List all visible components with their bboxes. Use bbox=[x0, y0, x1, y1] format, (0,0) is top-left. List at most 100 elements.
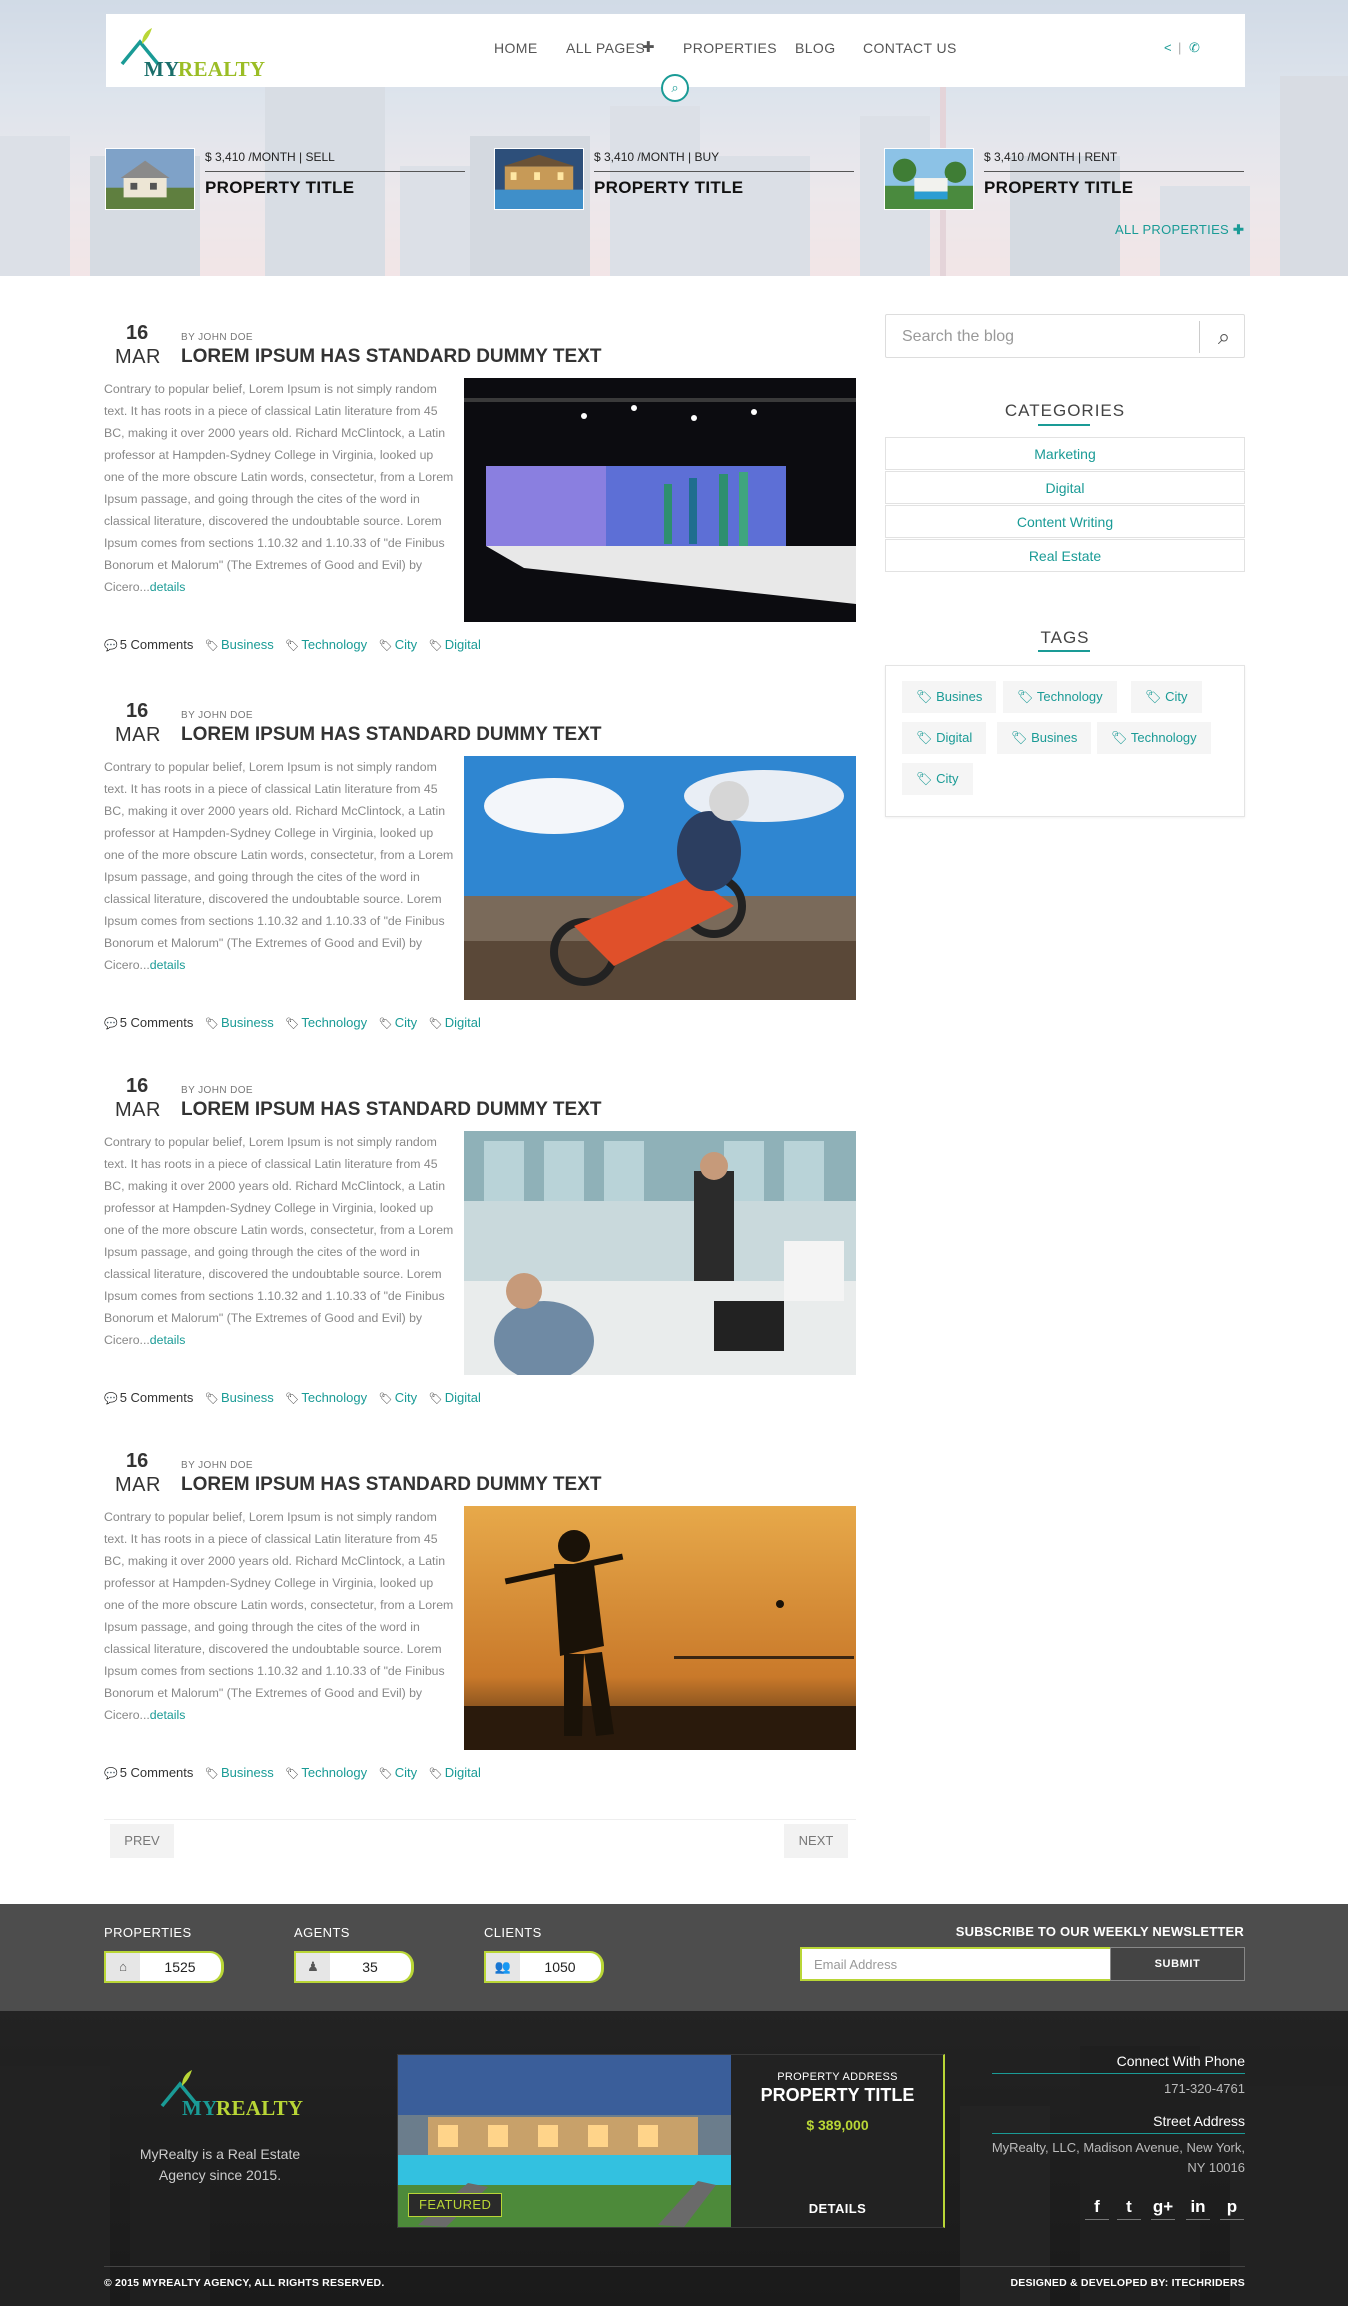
connect-phone-title: Connect With Phone bbox=[1116, 2053, 1245, 2069]
featured-property-buy[interactable]: $ 3,410 /MONTH | BUY PROPERTY TITLE bbox=[494, 148, 854, 210]
details-link[interactable]: details bbox=[150, 580, 186, 594]
post-title[interactable]: LOREM IPSUM HAS STANDARD DUMMY TEXT bbox=[181, 1474, 601, 1496]
featured-title[interactable]: PROPERTY TITLE bbox=[205, 178, 354, 198]
tag-link[interactable]: Technology bbox=[301, 1390, 367, 1405]
featured-property-rent[interactable]: $ 3,410 /MONTH | RENT PROPERTY TITLE bbox=[884, 148, 1244, 210]
details-button[interactable]: DETAILS bbox=[731, 2201, 944, 2216]
tag-link[interactable]: Digital bbox=[445, 1015, 481, 1030]
tag-icon: 🏷 bbox=[916, 771, 937, 786]
newsletter-email-input[interactable] bbox=[814, 1953, 1104, 1975]
tag-link[interactable]: Business bbox=[221, 637, 274, 652]
newsletter-submit-button[interactable]: SUBMIT bbox=[1110, 1947, 1245, 1981]
tag-technology[interactable]: 🏷 Technology bbox=[1003, 681, 1117, 713]
tag-link[interactable]: Technology bbox=[301, 1015, 367, 1030]
tag-digital[interactable]: 🏷 Digital bbox=[902, 722, 987, 754]
tag-icon: 🏷 bbox=[916, 730, 937, 745]
post-author: BY JOHN DOE bbox=[181, 1085, 254, 1096]
tag-city[interactable]: 🏷 City bbox=[902, 763, 973, 795]
search-icon[interactable]: ⌕ bbox=[1208, 321, 1240, 353]
phone-icon[interactable]: ✆ bbox=[1189, 40, 1200, 56]
featured-title[interactable]: PROPERTY TITLE bbox=[594, 178, 743, 198]
property-thumbnail bbox=[494, 148, 584, 210]
featured-title[interactable]: PROPERTY TITLE bbox=[984, 178, 1133, 198]
share-icon[interactable]: < bbox=[1164, 40, 1172, 55]
post-meta: 💬 5 Comments 🏷 Business 🏷 Technology 🏷 City … bbox=[104, 637, 489, 652]
divider bbox=[594, 171, 854, 172]
comments-link[interactable]: 5 Comments bbox=[120, 1390, 194, 1405]
stat-properties: ⌂ 1525 bbox=[104, 1951, 224, 1983]
nav-home[interactable]: HOME bbox=[494, 40, 538, 56]
category-marketing[interactable]: Marketing bbox=[885, 437, 1245, 470]
logo-realty: REALTY bbox=[216, 2096, 304, 2120]
category-digital[interactable]: Digital bbox=[885, 471, 1245, 504]
post-image-office[interactable] bbox=[464, 1131, 856, 1375]
tag-technology[interactable]: 🏷 Technology bbox=[1097, 722, 1211, 754]
tag-link[interactable]: City bbox=[395, 637, 417, 652]
comments-icon: 💬 bbox=[104, 1393, 118, 1405]
post-title[interactable]: LOREM IPSUM HAS STANDARD DUMMY TEXT bbox=[181, 346, 601, 368]
tag-link[interactable]: Digital bbox=[445, 1390, 481, 1405]
nav-all-pages[interactable]: ALL PAGES bbox=[566, 40, 645, 56]
post-image-cricket[interactable] bbox=[464, 1506, 856, 1750]
logo-my: MY bbox=[182, 2096, 218, 2120]
tag-label: Digital bbox=[936, 730, 973, 745]
site-logo[interactable]: MY REALTY bbox=[120, 18, 265, 81]
comments-link[interactable]: 5 Comments bbox=[120, 1765, 194, 1780]
tag-link[interactable]: Technology bbox=[301, 637, 367, 652]
post-month: MAR bbox=[115, 724, 161, 746]
tag-busines[interactable]: 🏷 Busines bbox=[902, 681, 997, 713]
twitter-icon[interactable]: t bbox=[1117, 2196, 1141, 2220]
tag-link[interactable]: Digital bbox=[445, 1765, 481, 1780]
tag-link[interactable]: Digital bbox=[445, 637, 481, 652]
person-icon: ♟ bbox=[296, 1953, 330, 1981]
footer-logo[interactable]: MY REALTY bbox=[160, 2064, 320, 2134]
divider bbox=[104, 2266, 1245, 2267]
tag-busines[interactable]: 🏷 Busines bbox=[997, 722, 1092, 754]
post-excerpt: Contrary to popular belief, Lorem Ipsum … bbox=[104, 1506, 456, 1726]
post-title[interactable]: LOREM IPSUM HAS STANDARD DUMMY TEXT bbox=[181, 1099, 601, 1121]
details-link[interactable]: details bbox=[150, 1333, 186, 1347]
details-link[interactable]: details bbox=[150, 958, 186, 972]
all-properties-link[interactable]: ALL PROPERTIES ✚ bbox=[1115, 222, 1244, 238]
tag-link[interactable]: City bbox=[395, 1390, 417, 1405]
search-icon[interactable]: ⌕ bbox=[661, 74, 689, 102]
tag-link[interactable]: Business bbox=[221, 1390, 274, 1405]
facebook-icon[interactable]: f bbox=[1085, 2196, 1109, 2220]
post-title[interactable]: LOREM IPSUM HAS STANDARD DUMMY TEXT bbox=[181, 724, 601, 746]
next-button[interactable]: NEXT bbox=[784, 1824, 848, 1858]
nav-contact-us[interactable]: CONTACT US bbox=[863, 40, 957, 56]
prev-button[interactable]: PREV bbox=[110, 1824, 174, 1858]
tag-icon: 🏷 bbox=[1017, 689, 1037, 704]
tag-link[interactable]: City bbox=[395, 1015, 417, 1030]
tag-link[interactable]: City bbox=[395, 1765, 417, 1780]
category-real-estate[interactable]: Real Estate bbox=[885, 539, 1245, 572]
google-plus-icon[interactable]: g+ bbox=[1151, 2196, 1175, 2220]
tag-icon: 🏷 bbox=[285, 1393, 300, 1405]
stat-value: 1525 bbox=[164, 1959, 196, 1975]
tag-link[interactable]: Technology bbox=[301, 1765, 367, 1780]
tag-label: Busines bbox=[936, 689, 983, 704]
blog-search-input[interactable] bbox=[902, 325, 1192, 349]
nav-properties[interactable]: PROPERTIES bbox=[683, 40, 777, 56]
phone-number[interactable]: 171-320-4761 bbox=[990, 2079, 1245, 2099]
linkedin-icon[interactable]: in bbox=[1186, 2196, 1210, 2220]
featured-property-sell[interactable]: $ 3,410 /MONTH | SELL PROPERTY TITLE bbox=[105, 148, 465, 210]
tag-city[interactable]: 🏷 City bbox=[1131, 681, 1202, 713]
details-link[interactable]: details bbox=[150, 1708, 186, 1722]
street-address: MyRealty, LLC, Madison Avenue, New York,… bbox=[991, 2140, 1245, 2175]
post-image-fashion-show[interactable] bbox=[464, 378, 856, 622]
blog-post: 16 MAR BY JOHN DOE LOREM IPSUM HAS STAND… bbox=[104, 700, 856, 1050]
category-content-writing[interactable]: Content Writing bbox=[885, 505, 1245, 538]
nav-blog[interactable]: BLOG bbox=[795, 40, 836, 56]
comments-link[interactable]: 5 Comments bbox=[120, 637, 194, 652]
post-body: Contrary to popular belief, Lorem Ipsum … bbox=[104, 1135, 454, 1347]
comments-link[interactable]: 5 Comments bbox=[120, 1015, 194, 1030]
post-day: 16 bbox=[126, 1450, 149, 1472]
logo-my: MY bbox=[144, 57, 180, 81]
pinterest-icon[interactable]: p bbox=[1220, 2196, 1244, 2220]
tag-link[interactable]: Business bbox=[221, 1765, 274, 1780]
tag-link[interactable]: Business bbox=[221, 1015, 274, 1030]
categories-title: CATEGORIES bbox=[1004, 401, 1126, 420]
title-underline bbox=[1038, 424, 1090, 426]
post-image-motocross[interactable] bbox=[464, 756, 856, 1000]
